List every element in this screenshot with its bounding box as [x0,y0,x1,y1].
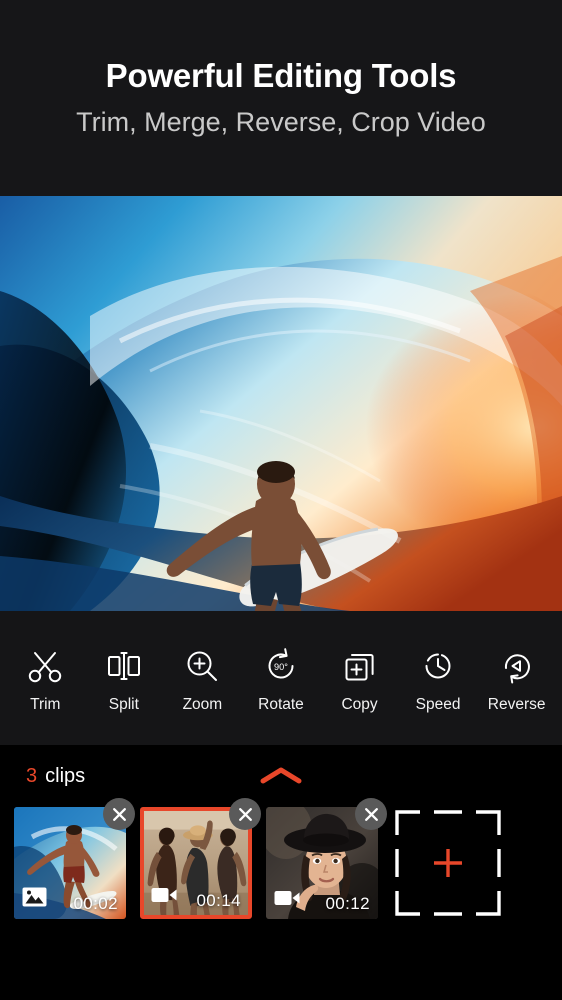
clips-strip: 00:02 00:14 00:12 [0,798,562,919]
svg-text:90°: 90° [274,662,288,672]
page-subtitle: Trim, Merge, Reverse, Crop Video [76,107,486,138]
tool-label: Reverse [487,695,546,713]
magnifier-plus-icon [182,644,222,688]
tool-speed[interactable]: Speed [401,644,475,713]
close-icon [112,807,126,821]
video-icon [151,886,177,909]
scissors-icon [25,644,65,688]
clips-count-label: clips [45,764,86,787]
tool-label: Trim [30,695,61,713]
video-editor-screen: Powerful Editing Tools Trim, Merge, Reve… [0,0,562,1000]
header: Powerful Editing Tools Trim, Merge, Reve… [0,0,562,196]
clips-count: 3 [26,764,38,787]
tool-label: Copy [341,695,378,713]
preview-image [0,196,562,611]
remove-clip-button[interactable] [103,798,135,830]
tool-label: Rotate [258,695,304,713]
tool-rotate[interactable]: 90° Rotate [244,644,318,713]
clips-header: 3 clips [0,745,562,807]
clip-duration: 00:14 [196,891,241,910]
split-icon [104,644,144,688]
clip-thumbnail[interactable]: 00:12 [266,798,387,919]
tool-label: Speed [415,695,461,713]
clip-thumbnail[interactable]: 00:02 [14,798,135,919]
tool-reverse[interactable]: Reverse [480,644,554,713]
clip-thumbnail[interactable]: 00:14 [140,798,261,919]
add-clip-button[interactable] [392,807,504,919]
tool-label: Split [108,695,139,713]
close-icon [364,807,378,821]
reverse-play-icon [497,644,537,688]
clip-duration: 00:12 [325,894,370,913]
rotate-90-icon: 90° [261,644,301,688]
tool-copy[interactable]: Copy [323,644,397,713]
clips-panel: 3 clips 00:02 00:14 00:12 [0,745,562,1000]
video-icon [274,889,300,912]
clip-duration: 00:02 [73,894,118,913]
tool-trim[interactable]: Trim [8,644,82,713]
stopwatch-icon [418,644,458,688]
editing-toolbar: Trim Split Zoom 90° Rotate Copy Speed Re… [0,611,562,745]
tool-split[interactable]: Split [87,644,161,713]
tool-label: Zoom [182,695,223,713]
page-title: Powerful Editing Tools [105,57,457,94]
remove-clip-button[interactable] [355,798,387,830]
plus-icon [434,849,462,877]
tool-zoom[interactable]: Zoom [165,644,239,713]
close-icon [238,807,252,821]
add-clip-frame [395,810,501,916]
chevron-up-icon [260,767,302,784]
video-preview[interactable] [0,196,562,611]
photo-icon [22,887,47,912]
copy-plus-icon [340,644,380,688]
remove-clip-button[interactable] [229,798,261,830]
